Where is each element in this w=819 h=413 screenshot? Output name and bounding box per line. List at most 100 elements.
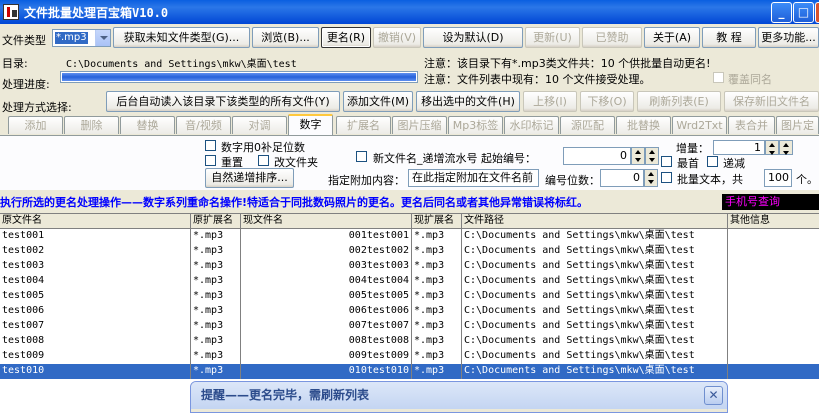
auto-read-button[interactable]: 后台自动读入该目录下该类型的所有文件(Y) [106,91,340,112]
decrement-checkbox[interactable] [707,156,718,167]
header-current-ext[interactable]: 现扩展名 [412,214,462,229]
cell-current-ext: *.mp3 [412,259,462,274]
progress-bar [60,71,418,83]
minimize-button[interactable]: _ [771,2,792,23]
overwrite-checkbox[interactable] [713,72,724,83]
browse-button[interactable]: 浏览(B)... [252,27,319,48]
title-bar: 文件批量处理百宝箱V10.0 _ □ [0,0,819,24]
table-row[interactable]: test007 *.mp3 007test007 *.mp3 C:\Documents … [0,319,819,334]
digits-spinner[interactable] [644,169,658,187]
header-file-path[interactable]: 文件路径 [462,214,728,229]
table-row[interactable]: test001 *.mp3 001test001 *.mp3 C:\Documents … [0,229,819,244]
batch-text-checkbox[interactable] [661,172,672,183]
tab-source-match[interactable]: 源匹配 [560,116,615,134]
cell-current-name: 007test007 [241,319,412,334]
tab-image-compress[interactable]: 图片压缩 [392,116,447,134]
rename-button[interactable]: 更名(R) [321,27,371,48]
cell-file-path: C:\Documents and Settings\mkw\桌面\test [462,364,728,379]
header-other-info[interactable]: 其他信息 [728,214,819,229]
tab-mp3-tag[interactable]: Mp3标签 [448,116,503,134]
sponsored-button[interactable]: 已赞助 [582,27,642,48]
tab-delete[interactable]: 删除 [64,116,119,134]
cell-original-ext: *.mp3 [191,334,241,349]
tab-audio-video[interactable]: 音/视频 [176,116,231,134]
tab-batch-replace[interactable]: 批替换 [616,116,671,134]
table-row[interactable]: test005 *.mp3 005test005 *.mp3 C:\Documents … [0,289,819,304]
table-row[interactable]: test003 *.mp3 003test003 *.mp3 C:\Documents … [0,259,819,274]
cell-file-path: C:\Documents and Settings\mkw\桌面\test [462,319,728,334]
increment-spinner-2[interactable] [779,140,793,155]
new-name-serial-checkbox[interactable] [356,151,367,162]
cell-original-ext: *.mp3 [191,289,241,304]
table-row[interactable]: test010 *.mp3 010test010 *.mp3 C:\Documents … [0,364,819,379]
cell-other-info [728,364,819,379]
maximize-button[interactable]: □ [793,2,814,23]
digits-input[interactable]: 0 [600,169,644,187]
cell-current-name: 006test006 [241,304,412,319]
cell-original-name: test001 [0,229,191,244]
table-row[interactable]: test002 *.mp3 002test002 *.mp3 C:\Documents … [0,244,819,259]
more-functions-button[interactable]: 更多功能... [758,27,819,48]
add-file-button[interactable]: 添加文件(M) [343,91,413,112]
pad-zero-checkbox[interactable] [205,140,216,151]
tab-replace[interactable]: 替换 [120,116,175,134]
set-default-button[interactable]: 设为默认(D) [423,27,523,48]
overwrite-label: 覆盖同名 [728,73,772,86]
remove-selected-button[interactable]: 移出选中的文件(H) [416,91,520,112]
tab-strip: 添加 删除 替换 音/视频 对调 数字 扩展名 图片压缩 Mp3标签 水印标记 … [0,114,819,135]
cell-current-name: 001test001 [241,229,412,244]
tab-swap[interactable]: 对调 [232,116,287,134]
update-button[interactable]: 更新(U) [525,27,580,48]
tab-watermark[interactable]: 水印标记 [504,116,559,134]
refresh-reminder-dialog: 提醒——更名完毕，需刷新列表 ✕ [190,381,728,413]
table-row[interactable]: test009 *.mp3 009test009 *.mp3 C:\Documents … [0,349,819,364]
start-number-spinner[interactable] [631,147,645,165]
cell-file-path: C:\Documents and Settings\mkw\桌面\test [462,244,728,259]
close-icon[interactable]: ✕ [704,386,723,405]
undo-button[interactable]: 撤销(V) [373,27,421,48]
chevron-down-icon[interactable] [95,30,110,46]
tab-number[interactable]: 数字 [288,114,333,135]
tab-image-locate[interactable]: 图片定 [776,116,819,134]
increment-spinner[interactable] [765,140,779,155]
tab-add[interactable]: 添加 [8,116,63,134]
increment-input[interactable]: 1 [713,140,765,155]
move-down-button[interactable]: 下移(O) [580,91,634,112]
table-row[interactable]: test006 *.mp3 006test006 *.mp3 C:\Documents … [0,304,819,319]
digits-label: 编号位数： [545,174,600,187]
start-number-spinner-2[interactable] [645,147,659,165]
tutorial-button[interactable]: 教 程 [702,27,756,48]
first-checkbox[interactable] [661,156,672,167]
cell-current-ext: *.mp3 [412,274,462,289]
about-button[interactable]: 关于(A) [644,27,700,48]
table-row[interactable]: test008 *.mp3 008test008 *.mp3 C:\Documents … [0,334,819,349]
move-up-button[interactable]: 上移(I) [523,91,577,112]
tab-extension[interactable]: 扩展名 [336,116,391,134]
file-type-select[interactable]: *.mp3 [52,29,111,47]
cell-current-name: 008test008 [241,334,412,349]
append-content-input[interactable]: 在此指定附加在文件名前 [408,169,539,187]
reset-checkbox[interactable] [205,155,216,166]
cell-original-name: test004 [0,274,191,289]
close-button[interactable] [815,2,819,23]
cell-original-name: test002 [0,244,191,259]
cell-current-name: 010test010 [241,364,412,379]
tab-wrd2txt[interactable]: Wrd2Txt [672,116,727,134]
natural-sort-button[interactable]: 自然递增排序... [205,168,294,188]
batch-count-input[interactable]: 100 [764,169,792,187]
cell-other-info [728,304,819,319]
cell-current-name: 005test005 [241,289,412,304]
header-original-ext[interactable]: 原扩展名 [191,214,241,229]
header-original-name[interactable]: 原文件名 [0,214,191,229]
refresh-list-button[interactable]: 刷新列表(E) [637,91,721,112]
start-number-input[interactable]: 0 [563,147,631,165]
header-current-name[interactable]: 现文件名 [241,214,412,229]
get-unknown-type-button[interactable]: 获取未知文件类型(G)... [113,27,250,48]
phone-query-button[interactable]: 手机号查询 [722,194,819,210]
table-row[interactable]: test004 *.mp3 004test004 *.mp3 C:\Documents … [0,274,819,289]
cell-other-info [728,244,819,259]
rename-folder-checkbox[interactable] [258,155,269,166]
save-names-button[interactable]: 保存新旧文件名 [724,91,819,112]
tab-table-merge[interactable]: 表合并 [728,116,775,134]
cell-original-name: test009 [0,349,191,364]
